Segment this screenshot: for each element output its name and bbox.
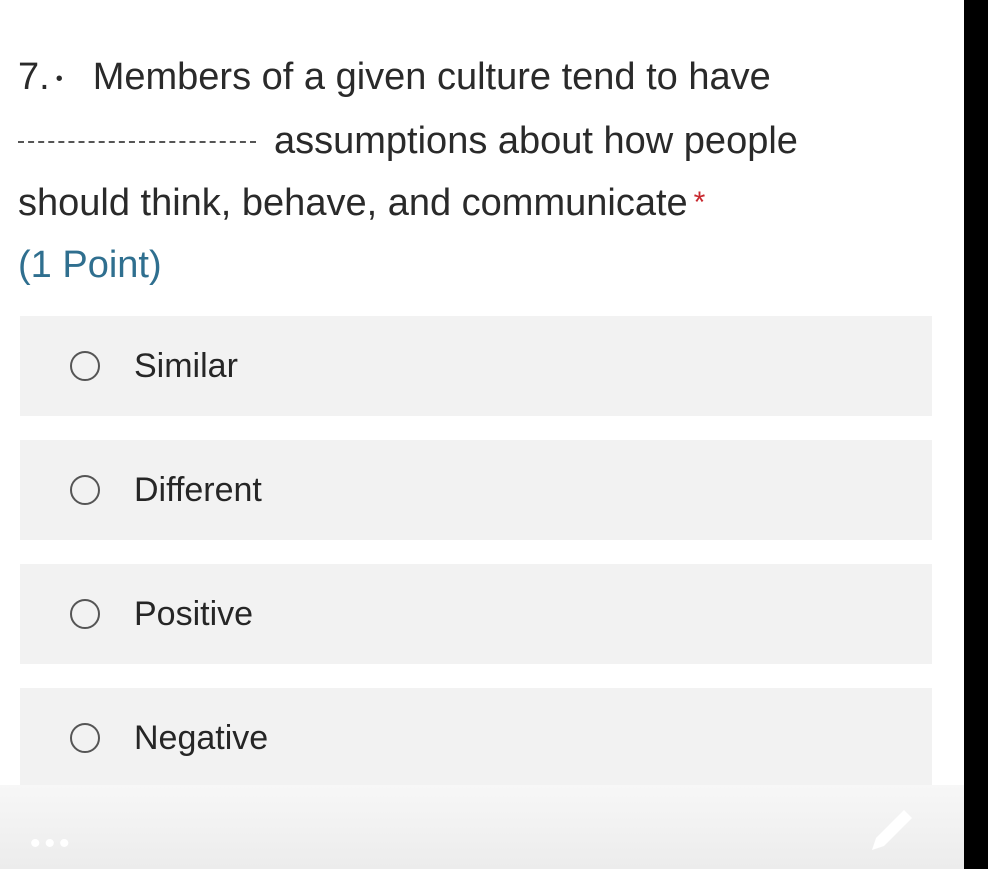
question-number: 7. •	[18, 56, 63, 98]
radio-button-icon[interactable]	[70, 599, 100, 629]
option-label: Positive	[134, 594, 254, 633]
question-points: (1 Point)	[18, 243, 162, 286]
question-text-1: Members of a given culture tend to have	[92, 56, 771, 98]
answer-options: Similar Different Positive Negative	[20, 316, 932, 812]
required-asterisk: *	[693, 185, 706, 219]
option-label: Different	[134, 470, 262, 509]
question-line-3: should think, behave, and communicate *	[18, 172, 928, 234]
option-similar[interactable]: Similar	[20, 316, 932, 416]
option-different[interactable]: Different	[20, 440, 932, 540]
option-negative[interactable]: Negative	[20, 688, 932, 788]
question: 7. • Members of a given culture tend to ha…	[18, 46, 928, 296]
question-line-2: assumptions about how people	[18, 110, 928, 172]
answer-blank	[18, 140, 256, 145]
question-text-3: should think, behave, and communicate	[18, 181, 688, 224]
radio-button-icon[interactable]	[70, 475, 100, 505]
bottom-bar: •••	[0, 785, 964, 869]
question-text-2: assumptions about how people	[274, 119, 798, 162]
right-edge-strip	[964, 0, 988, 869]
radio-button-icon[interactable]	[70, 723, 100, 753]
radio-button-icon[interactable]	[70, 351, 100, 381]
option-positive[interactable]: Positive	[20, 564, 932, 664]
option-label: Negative	[134, 718, 269, 757]
option-label: Similar	[134, 346, 238, 385]
pencil-icon[interactable]	[866, 804, 918, 861]
ellipsis-icon[interactable]: •••	[30, 827, 74, 861]
question-line-1: 7. • Members of a given culture tend to ha…	[18, 46, 928, 110]
